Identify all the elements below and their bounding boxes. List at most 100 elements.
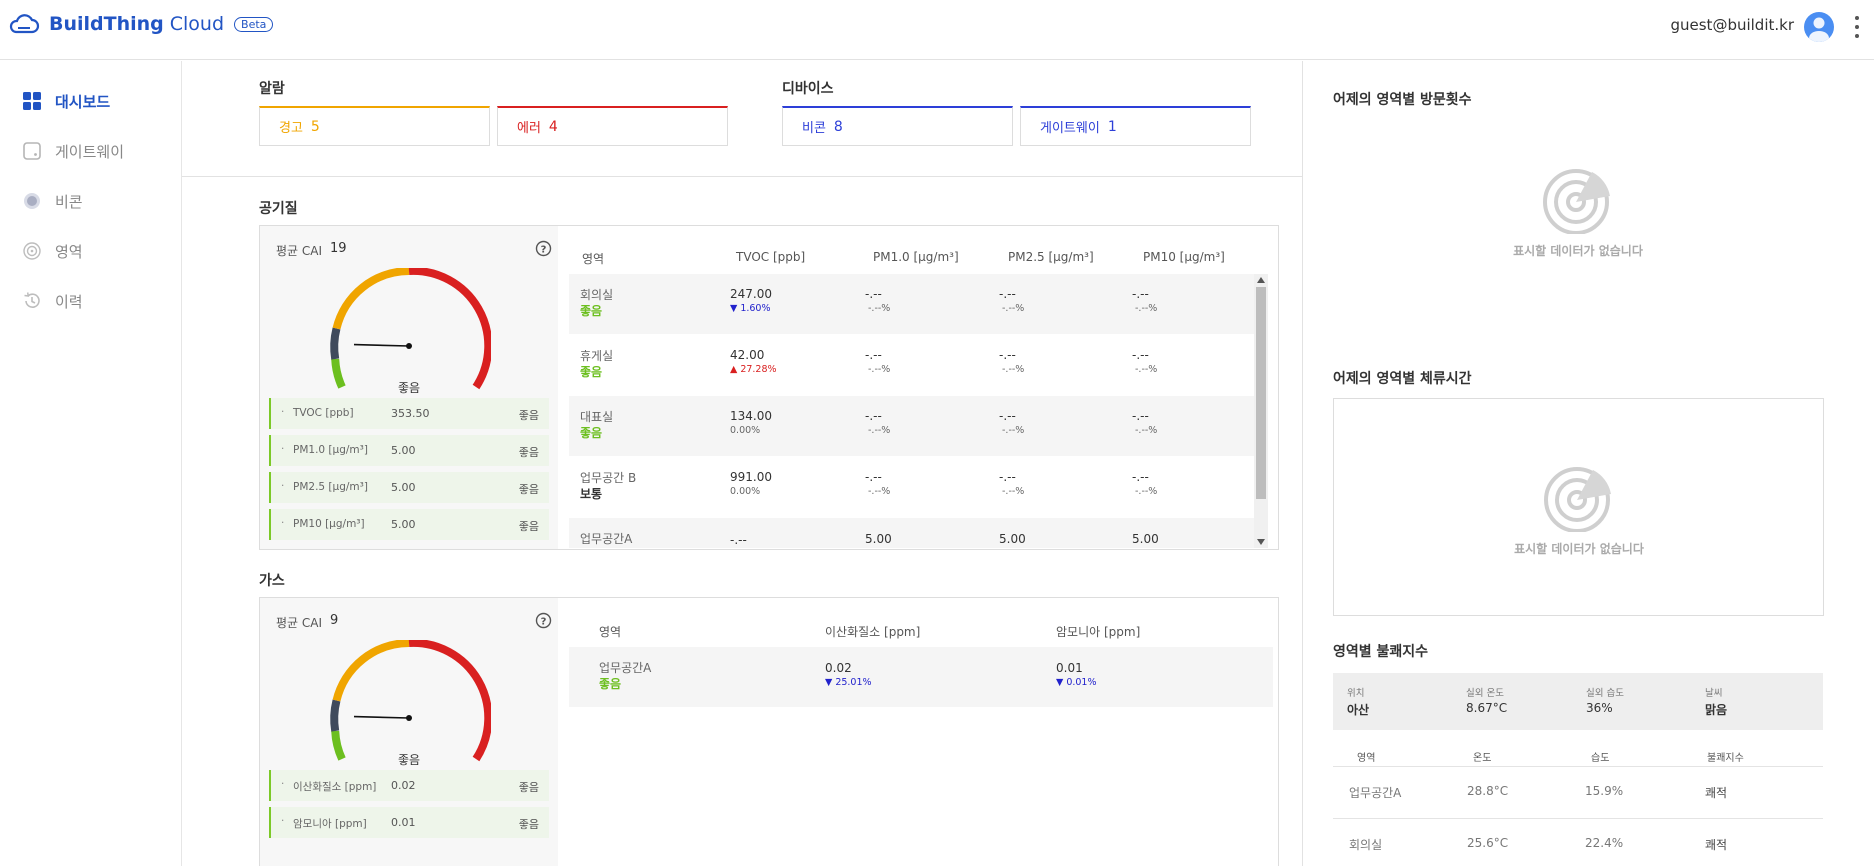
beacon-count: 8 xyxy=(833,118,843,135)
more-menu-icon[interactable] xyxy=(1854,16,1860,38)
radar-icon xyxy=(1544,467,1611,533)
gateway-card[interactable]: 게이트웨이 1 xyxy=(1020,106,1251,146)
outdoor-temp-value: 8.67°C xyxy=(1466,701,1508,715)
pm10-change: -.--% xyxy=(1135,364,1158,375)
area-icon xyxy=(23,242,41,260)
table-row[interactable]: 업무공간 B 보통 991.00 0.00% -.-- -.--% -.-- -… xyxy=(569,457,1255,517)
visits-title: 어제의 영역별 방문횟수 xyxy=(1333,92,1472,108)
table-row[interactable]: 업무공간A 좋음 0.02 ▼ 25.01% 0.01 ▼ 0.01% xyxy=(569,647,1273,707)
sidebar-item-area[interactable]: 영역 xyxy=(22,236,83,266)
tvoc-change: 0.00% xyxy=(730,486,761,497)
svg-text:?: ? xyxy=(541,245,547,256)
pm25-value: -.-- xyxy=(999,409,1016,423)
tvoc-value: 247.00 xyxy=(730,287,772,301)
sidebar-item-label: 게이트웨이 xyxy=(55,142,125,161)
row-discomfort-index: 쾌적 xyxy=(1705,838,1728,852)
cai-value: 19 xyxy=(330,241,347,256)
beacon-card[interactable]: 비콘 8 xyxy=(782,106,1013,146)
pm1-change: -.--% xyxy=(868,486,891,497)
user-icon xyxy=(1809,17,1829,42)
pm1-change: -.--% xyxy=(868,364,891,375)
location-value: 아산 xyxy=(1347,703,1370,717)
dashboard-icon xyxy=(23,92,41,110)
pm10-value: -.-- xyxy=(1132,287,1149,301)
gateway-count: 1 xyxy=(1107,118,1117,135)
sidebar-item-gateway[interactable]: 게이트웨이 xyxy=(22,136,124,166)
row-area: 휴게실 xyxy=(580,349,614,363)
metric-name: PM2.5 [μg/m³] xyxy=(293,481,368,493)
sidebar-item-dashboard[interactable]: 대시보드 xyxy=(22,86,110,116)
table-row[interactable]: 회의실 25.6°C 22.4% 쾌적 xyxy=(1333,819,1823,866)
column-header: 영역 xyxy=(582,252,605,266)
pm25-value: -.-- xyxy=(999,470,1016,484)
app-logo[interactable]: BuildThing Cloud Beta xyxy=(8,12,274,36)
no2-value: 0.02 xyxy=(825,661,852,675)
gateway-label: 게이트웨이 xyxy=(1040,121,1100,136)
cai-value: 9 xyxy=(330,613,339,628)
avatar[interactable] xyxy=(1804,12,1834,42)
app-header: BuildThing Cloud Beta guest@buildit.kr xyxy=(0,0,1874,60)
gas-gauge-area: 평균 CAI 9 ? 좋음 · 이산화질소 [ppm] 0.02 좋음 · 암모… xyxy=(260,598,558,866)
product-name: Cloud xyxy=(169,13,225,35)
user-email: guest@buildit.kr xyxy=(1670,16,1794,34)
row-discomfort-index: 쾌적 xyxy=(1705,786,1728,800)
warning-card[interactable]: 경고 5 xyxy=(259,106,490,146)
sidebar-item-beacon[interactable]: 비콘 xyxy=(22,186,83,216)
row-grade: 좋음 xyxy=(599,677,622,691)
pm25-value: 5.00 xyxy=(999,532,1026,546)
help-icon[interactable]: ? xyxy=(535,612,552,629)
metric-value: 0.01 xyxy=(391,816,416,829)
stay-chart-box: 표시할 데이터가 없습니다 xyxy=(1333,398,1824,616)
metric-status: 좋음 xyxy=(518,409,539,422)
air-quality-panel: 평균 CAI 19 ? 좋음 · TVOC [ppb] 353.50 좋음 · … xyxy=(259,225,1279,550)
pm10-value: 5.00 xyxy=(1132,532,1159,546)
column-header: 불쾌지수 xyxy=(1707,753,1744,764)
no2-change: ▼ 25.01% xyxy=(825,677,872,688)
column-header: 이산화질소 [ppm] xyxy=(825,625,921,639)
tvoc-change: 0.00% xyxy=(730,425,761,436)
beacon-label: 비콘 xyxy=(802,121,826,136)
error-card[interactable]: 에러 4 xyxy=(497,106,728,146)
metric-row-tvoc: · TVOC [ppb] 353.50 좋음 xyxy=(269,398,549,429)
scroll-down-icon[interactable] xyxy=(1257,539,1265,545)
table-row[interactable]: 업무공간A -.-- 5.00 5.00 5.00 xyxy=(569,518,1255,548)
history-icon xyxy=(24,292,40,308)
column-header: TVOC [ppb] xyxy=(736,250,806,264)
metric-status: 좋음 xyxy=(518,818,539,831)
help-icon[interactable]: ? xyxy=(535,240,552,257)
gauge-status: 좋음 xyxy=(397,753,421,767)
pm1-value: -.-- xyxy=(865,348,882,362)
pm25-change: -.--% xyxy=(1002,486,1025,497)
metric-value: 5.00 xyxy=(391,518,416,531)
tvoc-value: -.-- xyxy=(730,533,747,547)
table-scrollbar[interactable] xyxy=(1254,274,1268,548)
beta-badge: Beta xyxy=(234,16,274,32)
metric-name: TVOC [ppb] xyxy=(293,407,354,419)
pm1-value: 5.00 xyxy=(865,532,892,546)
scroll-up-icon[interactable] xyxy=(1257,277,1265,283)
tvoc-value: 134.00 xyxy=(730,409,772,423)
sidebar-item-history[interactable]: 이력 xyxy=(22,286,83,316)
visits-empty-state: 표시할 데이터가 없습니다 xyxy=(1478,166,1678,259)
radar-icon xyxy=(1543,169,1610,235)
row-humidity: 15.9% xyxy=(1585,784,1624,798)
metric-row-pm1: · PM1.0 [μg/m³] 5.00 좋음 xyxy=(269,435,549,466)
table-row[interactable]: 업무공간A 28.8°C 15.9% 쾌적 xyxy=(1333,767,1823,817)
air-quality-gauge-area: 평균 CAI 19 ? 좋음 · TVOC [ppb] 353.50 좋음 · … xyxy=(260,226,558,549)
air-quality-rows: 회의실 좋음 247.00 ▼ 1.60% -.-- -.--% -.-- -.… xyxy=(569,274,1255,548)
metric-name: 암모니아 [ppm] xyxy=(293,818,367,830)
scroll-thumb[interactable] xyxy=(1256,287,1266,499)
row-area: 대표실 xyxy=(580,410,614,424)
error-label: 에러 xyxy=(517,121,541,136)
outdoor-humidity-label: 실외 습도 xyxy=(1586,688,1624,699)
metric-value: 5.00 xyxy=(391,481,416,494)
table-row[interactable]: 대표실 좋음 134.00 0.00% -.-- -.--% -.-- -.--… xyxy=(569,396,1255,456)
table-row[interactable]: 회의실 좋음 247.00 ▼ 1.60% -.-- -.--% -.-- -.… xyxy=(569,274,1255,334)
column-header: 암모니아 [ppm] xyxy=(1056,625,1141,639)
right-panel: 어제의 영역별 방문횟수 표시할 데이터가 없습니다 어제의 영역별 체류시간 … xyxy=(1302,61,1874,866)
table-row[interactable]: 휴게실 좋음 42.00 ▲ 27.28% -.-- -.--% -.-- -.… xyxy=(569,335,1255,395)
metric-name: PM1.0 [μg/m³] xyxy=(293,444,368,456)
pm10-value: -.-- xyxy=(1132,409,1149,423)
pm10-change: -.--% xyxy=(1135,425,1158,436)
row-grade: 좋음 xyxy=(580,304,603,318)
